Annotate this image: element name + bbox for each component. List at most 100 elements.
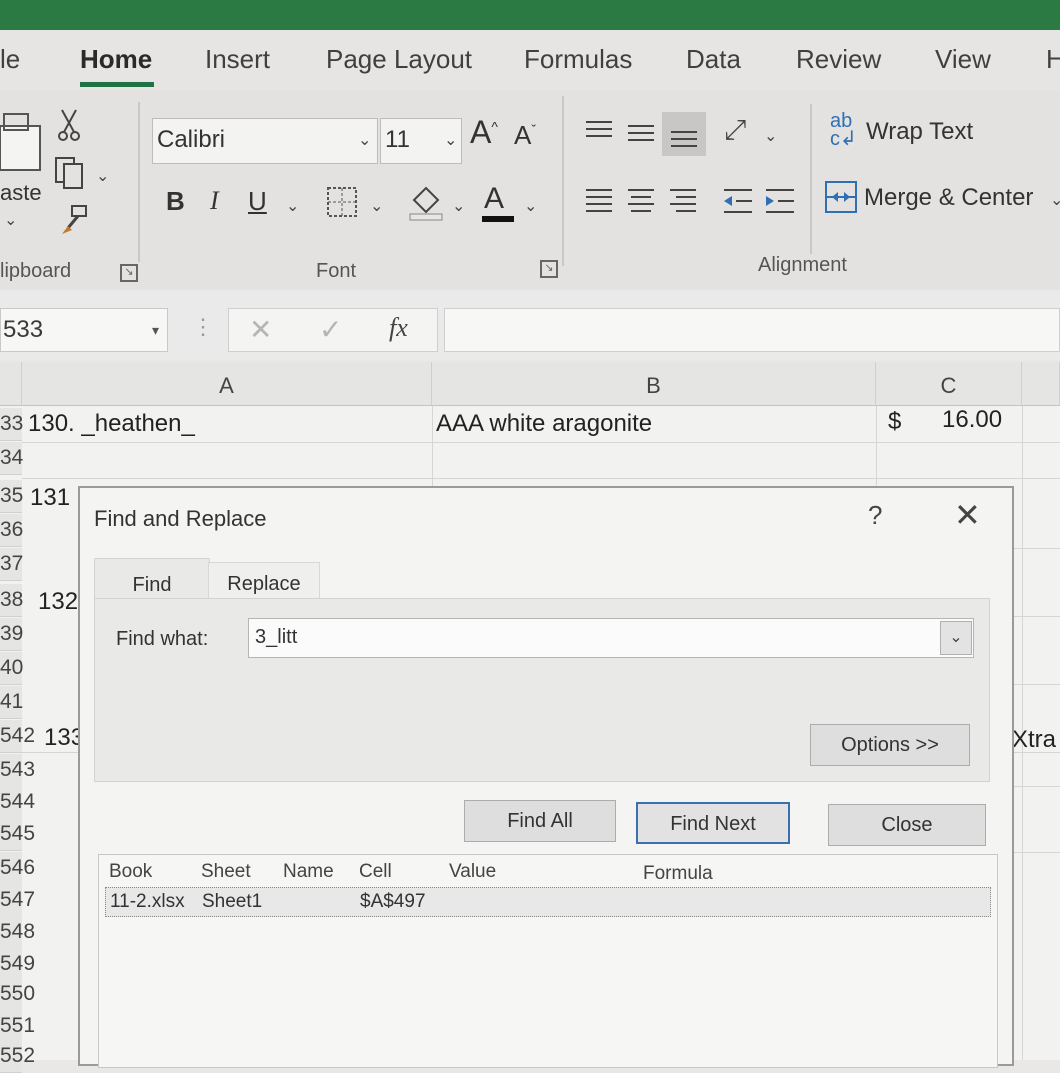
tab-insert[interactable]: Insert [205, 44, 270, 75]
cell-c33[interactable]: 16.00 [942, 406, 1002, 434]
increase-font-size-button[interactable]: A^ [470, 114, 498, 151]
results-list[interactable]: Book Sheet Name Cell Value Formula 11-2.… [98, 854, 998, 1068]
font-name-box[interactable]: Calibri [152, 118, 378, 164]
font-launcher-icon[interactable]: ↘ [540, 260, 558, 278]
row-header[interactable]: 37 [0, 548, 23, 581]
cell-a38[interactable]: 132 [38, 588, 78, 616]
row-header[interactable]: 40 [0, 652, 23, 685]
cell-b33[interactable]: AAA white aragonite [436, 410, 652, 438]
decrease-font-size-button[interactable]: Aˇ [514, 120, 536, 151]
chevron-down-icon[interactable]: ⌄ [4, 210, 17, 230]
row-header[interactable]: 550 [0, 978, 35, 1011]
paste-icon[interactable] [0, 106, 44, 176]
orientation-icon[interactable]: ⤢ [724, 114, 746, 147]
font-color-button[interactable]: A [484, 182, 504, 216]
tab-page-layout[interactable]: Page Layout [326, 44, 472, 75]
insert-function-icon[interactable]: fx [389, 313, 408, 343]
tab-view[interactable]: View [935, 44, 991, 75]
row-header[interactable]: 35 [0, 480, 23, 513]
options-button[interactable]: Options >> [810, 724, 970, 766]
align-center-icon[interactable] [626, 186, 656, 216]
result-row[interactable]: 11-2.xlsx Sheet1 $A$497 [105, 887, 991, 917]
cell-a35[interactable]: 131 [30, 484, 70, 512]
fill-color-icon[interactable] [408, 182, 444, 222]
row-header[interactable]: 552 [0, 1040, 35, 1073]
name-box[interactable]: 533 ▾ [0, 308, 168, 352]
row-header[interactable]: 544 [0, 786, 35, 819]
column-header-d[interactable] [1022, 362, 1060, 406]
select-all-corner[interactable] [0, 362, 22, 406]
find-all-button[interactable]: Find All [464, 800, 616, 842]
orientation-dropdown-icon[interactable]: ⌄ [764, 126, 777, 146]
find-what-dropdown-icon[interactable]: ⌄ [940, 621, 972, 655]
row-header[interactable]: 546 [0, 852, 35, 885]
merge-dropdown-icon[interactable]: ⌄ [1050, 190, 1060, 210]
top-align-icon[interactable] [584, 120, 614, 146]
cell-d542[interactable]: Xtra [1012, 726, 1056, 754]
row-header[interactable]: 545 [0, 818, 35, 851]
enter-icon[interactable]: ✓ [319, 313, 342, 346]
borders-icon[interactable] [326, 186, 360, 220]
name-box-dropdown-icon[interactable]: ▾ [152, 309, 159, 351]
row-header[interactable]: 36 [0, 514, 23, 547]
column-header-c[interactable]: C [876, 362, 1022, 406]
format-painter-icon[interactable] [60, 204, 90, 236]
row-header[interactable]: 41 [0, 686, 23, 719]
underline-button[interactable]: U [248, 186, 267, 217]
merge-center-icon[interactable] [824, 180, 858, 214]
row-header[interactable]: 548 [0, 916, 35, 949]
copy-icon[interactable] [54, 156, 88, 190]
copy-dropdown-icon[interactable]: ⌄ [96, 166, 109, 186]
find-what-input[interactable]: 3_litt [248, 618, 974, 658]
row-header[interactable]: 551 [0, 1010, 35, 1043]
align-left-icon[interactable] [584, 186, 614, 216]
borders-dropdown-icon[interactable]: ⌄ [370, 196, 383, 216]
clipboard-launcher-icon[interactable]: ↘ [120, 264, 138, 282]
cell-a33[interactable]: 130. _heathen_ [28, 410, 195, 438]
bold-button[interactable]: B [166, 186, 185, 217]
close-button[interactable]: Close [828, 804, 986, 846]
row-header[interactable]: 543 [0, 754, 35, 787]
tab-help[interactable]: H [1046, 44, 1060, 75]
tab-data[interactable]: Data [686, 44, 741, 75]
row-header[interactable]: 39 [0, 618, 23, 651]
align-right-icon[interactable] [668, 186, 698, 216]
fill-color-dropdown-icon[interactable]: ⌄ [452, 196, 465, 216]
increase-indent-icon[interactable] [764, 186, 796, 216]
results-header-formula[interactable]: Formula [643, 863, 713, 885]
underline-dropdown-icon[interactable]: ⌄ [286, 196, 299, 216]
cancel-icon[interactable]: ✕ [249, 313, 272, 346]
column-header-b[interactable]: B [432, 362, 876, 406]
cut-icon[interactable] [56, 108, 82, 142]
wrap-text-icon[interactable]: ab c↲ [830, 111, 857, 149]
results-header-value[interactable]: Value [449, 861, 496, 883]
tab-formulas[interactable]: Formulas [524, 44, 632, 75]
formula-bar-grip-icon[interactable]: ⋮ [192, 314, 214, 340]
close-icon[interactable]: ✕ [954, 496, 981, 534]
font-size-dropdown-icon[interactable]: ⌄ [444, 130, 457, 150]
find-next-button[interactable]: Find Next [636, 802, 790, 844]
tab-home[interactable]: Home [80, 44, 152, 75]
decrease-indent-icon[interactable] [722, 186, 754, 216]
middle-align-icon[interactable] [626, 120, 656, 146]
results-header-sheet[interactable]: Sheet [201, 861, 251, 883]
italic-button[interactable]: I [210, 186, 219, 216]
font-name-dropdown-icon[interactable]: ⌄ [358, 130, 371, 150]
results-header-name[interactable]: Name [283, 861, 334, 883]
row-header[interactable]: 549 [0, 948, 35, 981]
font-color-dropdown-icon[interactable]: ⌄ [524, 196, 537, 216]
row-header[interactable]: 542 [0, 720, 35, 753]
tab-review[interactable]: Review [796, 44, 881, 75]
paste-label[interactable]: aste [0, 180, 42, 206]
results-header-cell[interactable]: Cell [359, 861, 392, 883]
tab-file[interactable]: le [0, 44, 20, 75]
formula-input[interactable] [444, 308, 1060, 352]
merge-center-button[interactable]: Merge & Center [864, 184, 1033, 212]
wrap-text-button[interactable]: Wrap Text [866, 118, 973, 146]
bottom-align-button[interactable] [662, 112, 706, 156]
row-header[interactable]: 38 [0, 584, 23, 617]
help-icon[interactable]: ? [868, 500, 882, 531]
row-header[interactable]: 33 [0, 408, 23, 441]
row-header[interactable]: 34 [0, 442, 23, 475]
column-header-a[interactable]: A [22, 362, 432, 406]
